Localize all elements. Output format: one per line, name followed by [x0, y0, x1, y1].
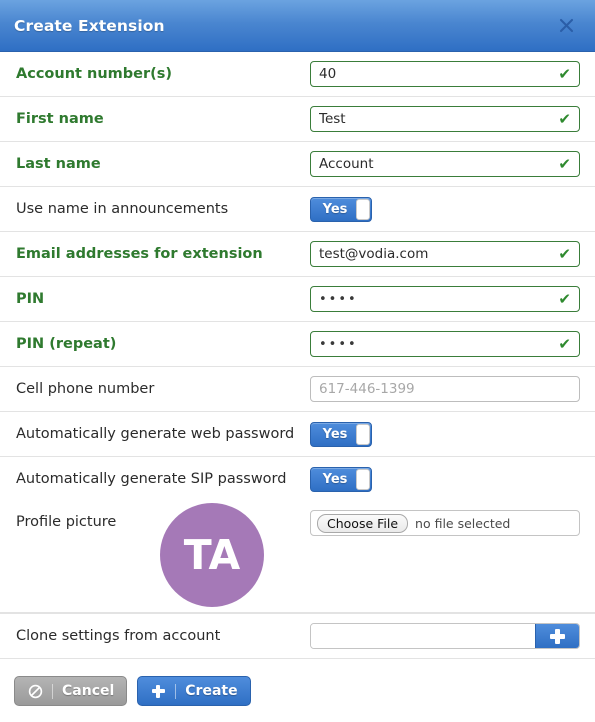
pin-input[interactable]: •••• ✔	[310, 286, 580, 312]
plus-icon	[150, 683, 166, 699]
form-row-email-addresses: Email addresses for extension test@vodia…	[0, 232, 595, 277]
plus-icon	[550, 628, 565, 644]
toggle-label: Yes	[322, 471, 348, 487]
toggle-knob	[356, 468, 370, 490]
profile-picture-file-input[interactable]: Choose File no file selected	[310, 510, 580, 536]
label-pin: PIN	[16, 291, 45, 307]
label-use-name-announcements: Use name in announcements	[16, 201, 229, 217]
field-use-name-announcements: Yes	[310, 196, 581, 222]
field-auto-web-password: Yes	[310, 421, 581, 447]
close-icon[interactable]	[553, 13, 579, 39]
form-row-pin-repeat: PIN (repeat) •••• ✔	[0, 322, 595, 367]
first-name-input[interactable]: Test ✔	[310, 106, 580, 132]
valid-check-icon: ✔	[558, 334, 571, 353]
last-name-input[interactable]: Account ✔	[310, 151, 580, 177]
create-extension-dialog: Create Extension Account number(s) 40 ✔ …	[0, 0, 595, 722]
avatar: TA	[160, 503, 264, 607]
email-addresses-value: test@vodia.com	[319, 246, 429, 262]
field-account-numbers: 40 ✔	[310, 61, 581, 87]
dialog-title: Create Extension	[14, 16, 165, 35]
last-name-value: Account	[319, 156, 374, 172]
pin-repeat-input[interactable]: •••• ✔	[310, 331, 580, 357]
field-email-addresses: test@vodia.com ✔	[310, 241, 581, 267]
form-row-first-name: First name Test ✔	[0, 97, 595, 142]
label-clone-settings: Clone settings from account	[16, 628, 221, 644]
field-clone-settings	[310, 623, 581, 649]
account-numbers-value: 40	[319, 66, 337, 82]
toggle-knob	[356, 198, 370, 220]
cancel-button[interactable]: Cancel	[14, 676, 128, 706]
pin-value: ••••	[319, 291, 358, 307]
valid-check-icon: ✔	[558, 244, 571, 263]
clone-settings-add-button[interactable]	[535, 624, 579, 648]
field-cell-phone: 617-446-1399	[310, 376, 581, 402]
email-addresses-input[interactable]: test@vodia.com ✔	[310, 241, 580, 267]
field-auto-sip-password: Yes	[310, 466, 581, 492]
create-button-label: Create	[185, 683, 238, 699]
field-last-name: Account ✔	[310, 151, 581, 177]
form-row-auto-sip-password: Automatically generate SIP password Yes	[0, 457, 595, 501]
label-profile-picture: Profile picture	[16, 514, 117, 530]
form-row-clone-settings: Clone settings from account	[0, 613, 595, 659]
first-name-value: Test	[319, 111, 346, 127]
dialog-footer: Cancel Create	[0, 662, 595, 722]
field-pin-repeat: •••• ✔	[310, 331, 581, 357]
form-row-account-numbers: Account number(s) 40 ✔	[0, 52, 595, 97]
form-row-auto-web-password: Automatically generate web password Yes	[0, 412, 595, 457]
dialog-titlebar: Create Extension	[0, 0, 595, 52]
form-row-last-name: Last name Account ✔	[0, 142, 595, 187]
toggle-label: Yes	[322, 426, 348, 442]
field-profile-picture: Choose File no file selected	[310, 509, 581, 536]
extension-form: Account number(s) 40 ✔ First name Test ✔…	[0, 52, 595, 662]
toggle-label: Yes	[322, 201, 348, 217]
valid-check-icon: ✔	[558, 289, 571, 308]
form-row-use-name-announcements: Use name in announcements Yes	[0, 187, 595, 232]
label-auto-sip-password: Automatically generate SIP password	[16, 471, 287, 487]
cell-phone-input[interactable]: 617-446-1399	[310, 376, 580, 402]
toggle-knob	[356, 423, 370, 445]
valid-check-icon: ✔	[558, 109, 571, 128]
auto-web-password-toggle[interactable]: Yes	[310, 421, 372, 447]
label-account-numbers: Account number(s)	[16, 66, 173, 82]
button-divider	[175, 683, 177, 699]
cell-phone-placeholder: 617-446-1399	[319, 381, 415, 397]
label-cell-phone: Cell phone number	[16, 381, 155, 397]
form-row-profile-picture: Profile picture TA Choose File no file s…	[0, 501, 595, 613]
choose-file-button[interactable]: Choose File	[317, 513, 409, 533]
use-name-announcements-toggle[interactable]: Yes	[310, 196, 372, 222]
button-divider	[52, 683, 53, 699]
clone-settings-input[interactable]	[311, 624, 535, 648]
auto-sip-password-toggle[interactable]: Yes	[310, 466, 372, 492]
valid-check-icon: ✔	[558, 154, 571, 173]
cancel-button-label: Cancel	[62, 683, 115, 699]
no-file-selected-text: no file selected	[415, 515, 511, 531]
label-email-addresses: Email addresses for extension	[16, 246, 263, 262]
no-entry-icon	[27, 683, 43, 699]
label-last-name: Last name	[16, 156, 101, 172]
pin-repeat-value: ••••	[319, 336, 358, 352]
field-pin: •••• ✔	[310, 286, 581, 312]
field-first-name: Test ✔	[310, 106, 581, 132]
label-pin-repeat: PIN (repeat)	[16, 336, 117, 352]
label-auto-web-password: Automatically generate web password	[16, 426, 295, 442]
label-first-name: First name	[16, 111, 104, 127]
form-row-pin: PIN •••• ✔	[0, 277, 595, 322]
account-numbers-input[interactable]: 40 ✔	[310, 61, 580, 87]
create-button[interactable]: Create	[137, 676, 251, 706]
avatar-initials: TA	[183, 531, 241, 579]
form-row-cell-phone: Cell phone number 617-446-1399	[0, 367, 595, 412]
valid-check-icon: ✔	[558, 64, 571, 83]
clone-settings-combo	[310, 623, 580, 649]
